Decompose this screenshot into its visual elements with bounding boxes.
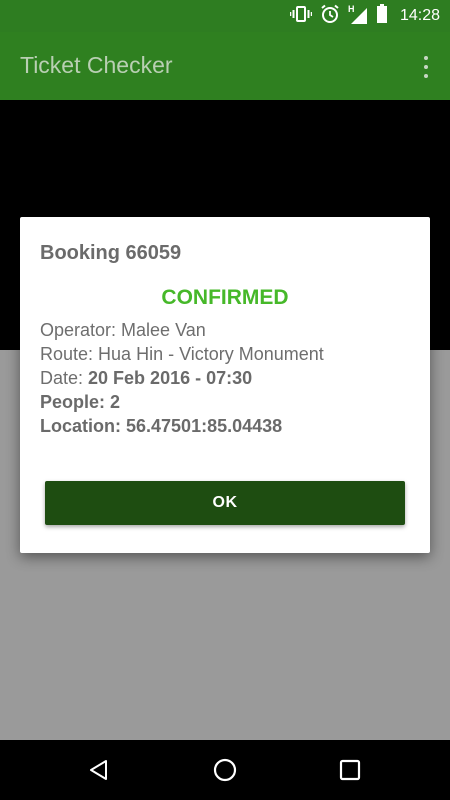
location-label: Location: <box>40 416 126 436</box>
booking-status: CONFIRMED <box>161 286 289 309</box>
navigation-bar <box>0 740 450 800</box>
status-bar: H 14:28 <box>0 0 450 32</box>
vibrate-icon <box>289 5 313 28</box>
route-label: Route: <box>40 344 99 364</box>
home-button[interactable] <box>207 752 243 788</box>
status-icons: H 14:28 <box>289 0 440 32</box>
people-row: People: 2 <box>40 390 324 414</box>
ok-button[interactable]: OK <box>45 481 405 525</box>
app-bar: Ticket Checker <box>0 32 450 100</box>
booking-title: Booking 66059 <box>40 242 182 264</box>
recents-button[interactable] <box>332 752 368 788</box>
operator-label: Operator: <box>40 320 122 340</box>
route-value: Hua Hin - Victory Monument <box>98 344 324 364</box>
alarm-icon <box>320 4 340 29</box>
app-title: Ticket Checker <box>20 52 173 78</box>
signal-icon: H <box>348 4 368 25</box>
overflow-menu-icon <box>424 56 428 60</box>
recents-icon <box>339 759 361 781</box>
back-button[interactable] <box>81 752 117 788</box>
people-label: People: <box>40 392 111 412</box>
date-label: Date: <box>40 368 89 388</box>
date-row: Date: 20 Feb 2016 - 07:30 <box>40 366 324 390</box>
booking-details: Operator: Malee Van Route: Hua Hin - Vic… <box>40 318 324 438</box>
operator-row: Operator: Malee Van <box>40 318 324 342</box>
overflow-menu-dot <box>424 65 428 69</box>
operator-value: Malee Van <box>121 320 206 340</box>
home-icon <box>213 758 237 782</box>
back-icon <box>90 760 107 780</box>
location-value: 56.47501:85.04438 <box>126 416 283 436</box>
date-value: 20 Feb 2016 - 07:30 <box>88 368 253 388</box>
overflow-menu-dot <box>424 74 428 78</box>
booking-dialog: Booking 66059 CONFIRMED Operator: Malee … <box>20 217 430 553</box>
people-value: 2 <box>110 392 121 412</box>
location-row: Location: 56.47501:85.04438 <box>40 414 324 438</box>
battery-icon <box>376 3 388 29</box>
status-time: 14:28 <box>399 7 440 24</box>
route-row: Route: Hua Hin - Victory Monument <box>40 342 324 366</box>
overflow-menu-button[interactable] <box>416 54 436 80</box>
screen: H 14:28 Ticket Checker Booking 66059 CON… <box>0 0 450 800</box>
